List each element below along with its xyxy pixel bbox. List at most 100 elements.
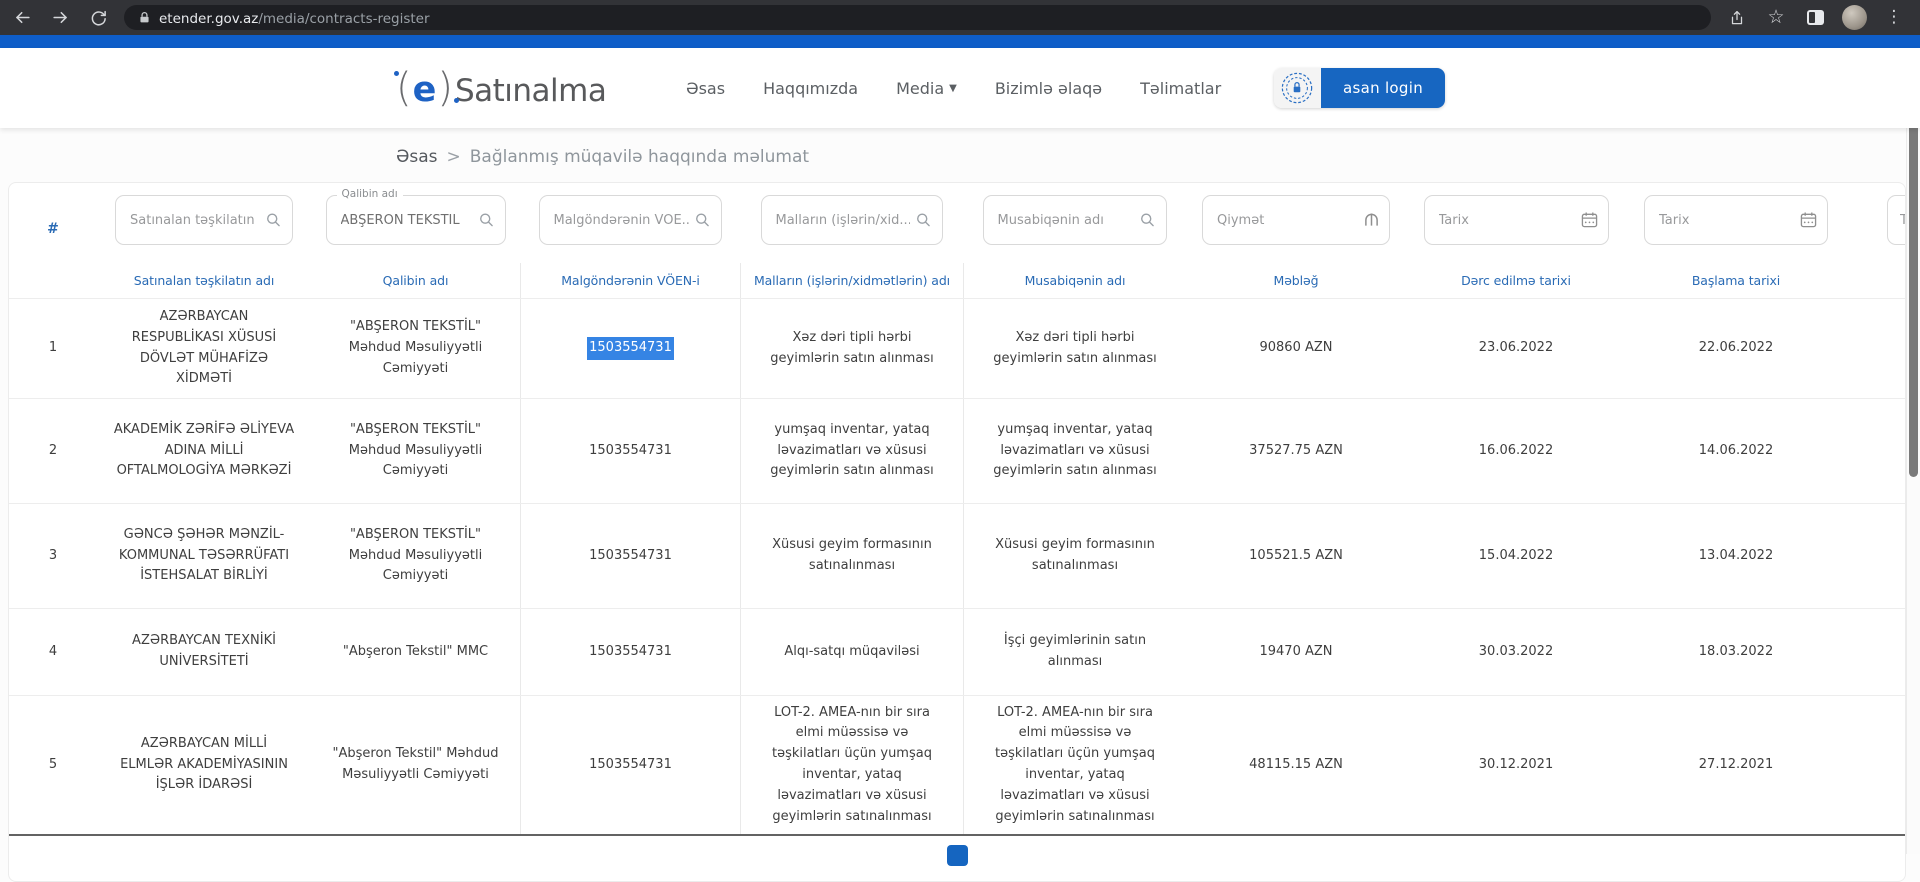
- column-header-voen[interactable]: Malgöndərənin VÖEN-i: [520, 263, 740, 298]
- breadcrumb-separator: >: [447, 147, 461, 167]
- site-top-accent-bar: [0, 35, 1920, 48]
- cell-amount: 90860 AZN: [1186, 299, 1406, 398]
- search-icon: [915, 212, 932, 229]
- breadcrumb-current: Bağlanmış müqavilə haqqında məlumat: [470, 147, 809, 167]
- cell-buyer: GƏNCƏ ŞƏHƏR MƏNZİL-KOMMUNAL TƏSƏRRÜFATI …: [97, 504, 311, 608]
- scrollbar-thumb[interactable]: [1909, 115, 1918, 477]
- filter-row: # Qalibin adı: [9, 195, 1905, 245]
- filter-price-input[interactable]: [1203, 213, 1389, 228]
- cell-published: 15.04.2022: [1406, 504, 1626, 608]
- cell-buyer: AZƏRBAYCAN MİLLİ ELMLƏR AKADEMİYASININ İ…: [97, 696, 311, 834]
- bookmark-star-icon[interactable]: ☆: [1764, 6, 1788, 30]
- nav-item-media[interactable]: Media▼: [896, 79, 957, 98]
- cell-tender: Xüsusi geyim formasının satınalınması: [963, 504, 1186, 608]
- logo-dot: [454, 98, 459, 103]
- cell-voen: 1503554731: [520, 696, 740, 834]
- filter-date-end[interactable]: [1887, 195, 1906, 245]
- nav-item-bizimle-elaqe[interactable]: Bizimlə əlaqə: [995, 79, 1102, 98]
- asan-login-label: asan login: [1321, 68, 1445, 108]
- cell-goods: yumşaq inventar, yataq ləvazimatları və …: [740, 399, 963, 503]
- url-path: /media/contracts-register: [258, 11, 429, 27]
- column-header-winner[interactable]: Qalibin adı: [311, 263, 520, 298]
- reload-icon[interactable]: [86, 6, 110, 30]
- contracts-register-card: # Qalibin adı: [8, 182, 1906, 882]
- cell-published: 30.03.2022: [1406, 609, 1626, 695]
- address-bar[interactable]: etender.gov.az/media/contracts-register: [124, 5, 1711, 30]
- cell-start: 13.04.2022: [1626, 504, 1846, 608]
- column-header-goods[interactable]: Malların (işlərin/xidmətlərin) adı: [740, 263, 963, 298]
- side-panel-icon[interactable]: [1803, 6, 1827, 30]
- cell-number: 4: [9, 609, 97, 695]
- column-header-number: #: [9, 221, 97, 245]
- logo-dot: [394, 71, 399, 76]
- filter-goods[interactable]: [761, 195, 943, 245]
- cell-winner: "ABŞERON TEKSTİL" Məhdud Məsuliyyətli Cə…: [311, 299, 520, 398]
- asan-login-button[interactable]: asan login: [1274, 68, 1445, 108]
- cell-voen: 1503554731: [520, 399, 740, 503]
- site-header: (e) Satınalma Əsas Haqqımızda Media▼ Biz…: [0, 48, 1920, 128]
- browser-toolbar: etender.gov.az/media/contracts-register …: [0, 0, 1920, 35]
- cell-number: 1: [9, 299, 97, 398]
- voen-selected-text: 1503554731: [587, 337, 674, 360]
- manat-icon: [1364, 212, 1379, 229]
- browser-menu-icon[interactable]: ⋮: [1882, 6, 1906, 30]
- cell-number: 3: [9, 504, 97, 608]
- search-icon: [478, 212, 495, 229]
- cell-goods: Xüsusi geyim formasının satınalınması: [740, 504, 963, 608]
- filter-price[interactable]: [1202, 195, 1390, 245]
- table-row: 4 AZƏRBAYCAN TEXNİKİ UNİVERSİTETİ "Abşer…: [9, 608, 1905, 695]
- nav-item-telimatlar[interactable]: Təlimatlar: [1140, 79, 1221, 98]
- cell-buyer: AZƏRBAYCAN TEXNİKİ UNİVERSİTETİ: [97, 609, 311, 695]
- cell-amount: 19470 AZN: [1186, 609, 1406, 695]
- share-icon[interactable]: [1725, 6, 1749, 30]
- cell-tender: Xəz dəri tipli hərbi geyimlərin satın al…: [963, 299, 1186, 398]
- cell-amount: 48115.15 AZN: [1186, 696, 1406, 834]
- search-icon: [694, 212, 711, 229]
- cell-goods: Alqı-satqı müqaviləsi: [740, 609, 963, 695]
- filter-winner-label: Qalibin adı: [337, 188, 403, 200]
- cell-winner: "Abşeron Tekstil" MMC: [311, 609, 520, 695]
- column-header-amount[interactable]: Məbləğ: [1186, 263, 1406, 298]
- cell-tender: yumşaq inventar, yataq ləvazimatları və …: [963, 399, 1186, 503]
- breadcrumb-home[interactable]: Əsas: [396, 147, 438, 167]
- cell-voen: 1503554731: [520, 299, 740, 398]
- profile-avatar[interactable]: [1842, 5, 1867, 30]
- cell-tender: İşçi geyimlərinin satın alınması: [963, 609, 1186, 695]
- cell-voen: 1503554731: [520, 504, 740, 608]
- filter-winner[interactable]: Qalibin adı: [326, 195, 506, 245]
- asan-emblem-icon: [1274, 68, 1321, 108]
- column-header-tender[interactable]: Musabiqənin adı: [963, 263, 1186, 298]
- forward-icon[interactable]: [48, 6, 72, 30]
- filter-buyer[interactable]: [115, 195, 293, 245]
- filter-date-end-input[interactable]: [1888, 213, 1906, 228]
- search-icon: [1139, 212, 1156, 229]
- esatinalma-logo[interactable]: (e) Satınalma: [396, 65, 646, 111]
- cell-number: 5: [9, 696, 97, 834]
- filter-tender[interactable]: [983, 195, 1167, 245]
- filter-voen[interactable]: [539, 195, 722, 245]
- column-header-start[interactable]: Başlama tarixi: [1626, 263, 1846, 298]
- nav-item-esas[interactable]: Əsas: [686, 79, 725, 98]
- back-icon[interactable]: [10, 6, 34, 30]
- cell-published: 23.06.2022: [1406, 299, 1626, 398]
- pagination-page-button[interactable]: [947, 845, 968, 866]
- column-header-buyer[interactable]: Satınalan təşkilatın adı: [97, 263, 311, 298]
- cell-goods: LOT-2. AMEA-nın bir sıra elmi müəssisə v…: [740, 696, 963, 834]
- scrollbar-track[interactable]: [1906, 48, 1920, 854]
- search-icon: [265, 212, 282, 229]
- column-header-published[interactable]: Dərc edilmə tarixi: [1406, 263, 1626, 298]
- cell-tender: LOT-2. AMEA-nın bir sıra elmi müəssisə v…: [963, 696, 1186, 834]
- cell-start: 18.03.2022: [1626, 609, 1846, 695]
- cell-voen: 1503554731: [520, 609, 740, 695]
- filter-date-published[interactable]: [1424, 195, 1609, 245]
- chevron-down-icon: ▼: [949, 83, 957, 94]
- nav-item-haqqimizda[interactable]: Haqqımızda: [763, 79, 858, 98]
- calendar-icon: [1581, 212, 1598, 229]
- cell-buyer: AKADEMİK ZƏRİFƏ ƏLİYEVA ADINA MİLLİ OFTA…: [97, 399, 311, 503]
- filter-date-start[interactable]: [1644, 195, 1828, 245]
- cell-start: 27.12.2021: [1626, 696, 1846, 834]
- table-row: 2 AKADEMİK ZƏRİFƏ ƏLİYEVA ADINA MİLLİ OF…: [9, 398, 1905, 503]
- url-host: etender.gov.az: [159, 11, 258, 27]
- table-row: 3 GƏNCƏ ŞƏHƏR MƏNZİL-KOMMUNAL TƏSƏRRÜFAT…: [9, 503, 1905, 608]
- table-row: 1 AZƏRBAYCAN RESPUBLİKASI XÜSUSİ DÖVLƏT …: [9, 298, 1905, 398]
